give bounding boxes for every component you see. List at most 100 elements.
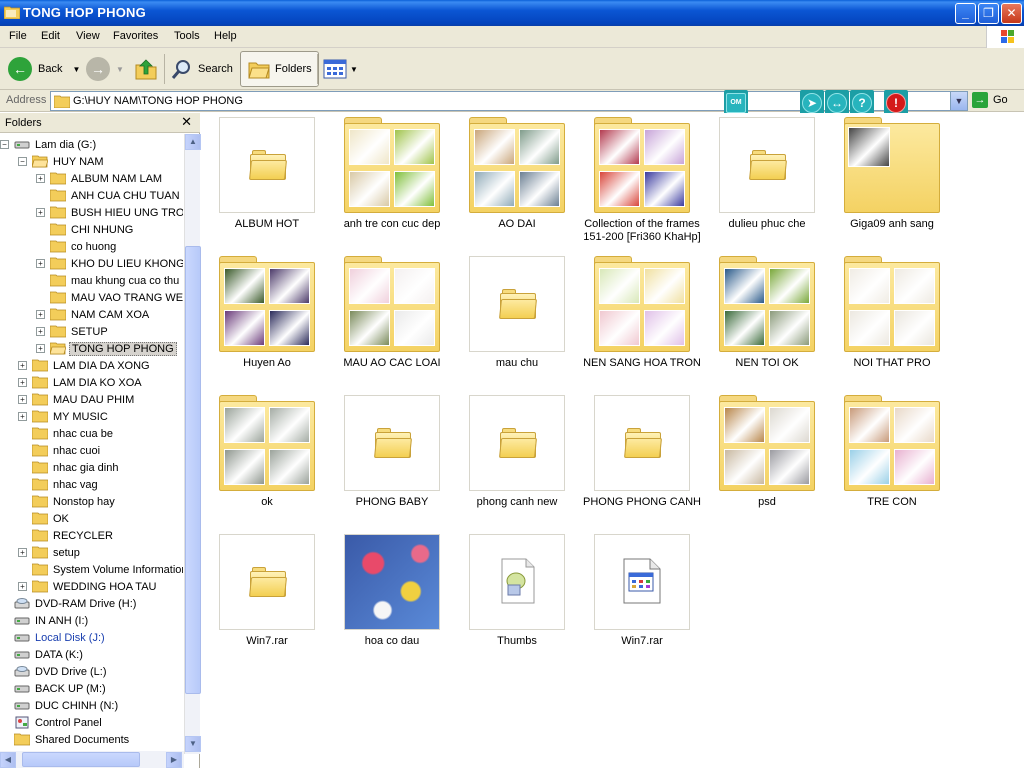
file-item[interactable]: Thumbs [452,530,577,669]
tree-node[interactable]: nhac cuoi [18,442,102,459]
tree-node[interactable]: − Lam dia (G:) [0,136,98,153]
expand-icon[interactable]: + [18,395,27,404]
expand-icon[interactable]: + [18,548,27,557]
menu-help[interactable]: Help [214,30,237,42]
expand-icon[interactable]: + [18,361,27,370]
back-button[interactable]: ← Back ▼ [8,51,80,87]
views-button[interactable]: ▼ [323,51,358,87]
tree-node[interactable]: Control Panel [0,714,104,731]
expand-icon[interactable]: + [36,310,45,319]
expand-icon[interactable]: + [36,208,45,217]
file-item[interactable]: ok [202,391,327,530]
file-item[interactable]: NOI THAT PRO [827,252,952,391]
expand-icon[interactable]: + [36,327,45,336]
menu-edit[interactable]: Edit [41,30,60,42]
tree-node[interactable]: OK [18,510,71,527]
menu-file[interactable]: File [9,30,27,42]
tree-node[interactable]: nhac vag [18,476,100,493]
tree-node[interactable]: BACK UP (M:) [0,680,108,697]
menu-favorites[interactable]: Favorites [113,30,158,42]
file-item[interactable]: AO DAI [452,113,577,252]
tree-node[interactable]: Local Disk (J:) [0,629,107,646]
tree-node[interactable]: DVD-RAM Drive (H:) [0,595,138,612]
folders-pane-close-button[interactable]: ✕ [181,114,192,130]
tree-node[interactable]: + LAM DIA DA XONG [18,357,152,374]
tree-node[interactable]: co huong [36,238,118,255]
tree-node[interactable]: − HUY NAM [18,153,106,170]
tree-node[interactable]: + TONG HOP PHONG [36,340,177,357]
file-item[interactable]: MAU AO CAC LOAI [327,252,452,391]
minimize-button[interactable]: _ [955,3,976,24]
tree-node[interactable]: nhac cua be [18,425,115,442]
file-item[interactable]: PHONG BABY [327,391,452,530]
file-item[interactable]: mau chu [452,252,577,391]
scroll-thumb[interactable] [185,246,201,694]
file-item[interactable]: NEN SANG HOA TRON [577,252,702,391]
menu-tools[interactable]: Tools [174,30,200,42]
expand-icon[interactable]: + [36,259,45,268]
tree-node[interactable]: + setup [18,544,82,561]
tree-node[interactable]: + WEDDING HOA TAU [18,578,159,595]
file-item[interactable]: Win7.rar [577,530,702,669]
chevron-down-icon[interactable]: ▼ [72,65,80,74]
file-item[interactable]: TRE CON [827,391,952,530]
collapse-icon[interactable]: − [18,157,27,166]
scroll-thumb[interactable] [22,752,140,767]
tree-node[interactable]: ANH CUA CHU TUAN [36,187,182,204]
file-item[interactable]: hoa co dau [327,530,452,669]
maximize-button[interactable]: ❐ [978,3,999,24]
forward-button[interactable]: → ▼ [86,51,124,87]
file-item[interactable]: ALBUM HOT [202,113,327,252]
tree-node[interactable]: CHI NHUNG [36,221,135,238]
menu-view[interactable]: View [76,30,100,42]
tree-node[interactable]: + MY MUSIC [18,408,110,425]
tree-node[interactable]: DUC CHINH (N:) [0,697,120,714]
file-item[interactable]: NEN TOI OK [702,252,827,391]
file-item[interactable]: psd [702,391,827,530]
close-button[interactable]: ✕ [1001,3,1022,24]
tree-node[interactable]: mau khung cua co thu [36,272,181,289]
up-folder-button[interactable] [134,51,158,87]
scroll-up-button[interactable]: ▲ [185,134,201,150]
expand-icon[interactable]: + [18,378,27,387]
tree-node[interactable]: + MAU DAU PHIM [18,391,136,408]
tree-node[interactable]: Shared Documents [0,731,131,748]
tree-node[interactable]: IN ANH (I:) [0,612,90,629]
tree-node[interactable]: + SETUP [36,323,110,340]
tree-node[interactable]: Nonstop hay [18,493,117,510]
tree-node[interactable]: + BUSH HIEU UNG TRONG [36,204,183,221]
scroll-down-button[interactable]: ▼ [185,736,201,752]
tree-node[interactable]: + NAM CAM XOA [36,306,151,323]
tree-node[interactable]: + LAM DIA KO XOA [18,374,144,391]
file-item[interactable]: anh tre con cuc dep [327,113,452,252]
address-dropdown-button[interactable]: ▼ [950,92,967,110]
scroll-left-button[interactable]: ◀ [0,752,16,768]
tree-node[interactable]: + KHO DU LIEU KHONG XO [36,255,183,272]
folder-tree-horizontal-scrollbar[interactable]: ◀ ▶ [0,751,184,768]
tree-node[interactable]: DATA (K:) [0,646,85,663]
scroll-right-button[interactable]: ▶ [166,752,182,768]
expand-icon[interactable]: + [18,412,27,421]
tree-node[interactable]: DVD Drive (L:) [0,663,109,680]
file-item[interactable]: Win7.rar [202,530,327,669]
file-item[interactable]: Huyen Ao [202,252,327,391]
expand-icon[interactable]: + [18,582,27,591]
search-button[interactable]: Search [170,51,233,87]
file-item[interactable]: PHONG PHONG CANH [577,391,702,530]
file-item[interactable]: Collection of the frames 151-200 [Fri360… [577,113,702,252]
tree-node[interactable]: System Volume Information [18,561,183,578]
expand-icon[interactable]: + [36,174,45,183]
tree-node[interactable]: + ALBUM NAM LAM [36,170,164,187]
expand-icon[interactable]: + [36,344,45,353]
file-item[interactable]: Giga09 anh sang [827,113,952,252]
folders-button[interactable]: Folders [240,51,319,87]
tree-node[interactable]: nhac gia dinh [18,459,120,476]
tree-node[interactable]: MAU VAO TRANG WEB [36,289,183,306]
file-item[interactable]: dulieu phuc che [702,113,827,252]
go-button[interactable]: → Go [972,92,1008,108]
tree-node[interactable]: RECYCLER [18,527,115,544]
file-item[interactable]: phong canh new [452,391,577,530]
collapse-icon[interactable]: − [0,140,9,149]
chevron-down-icon[interactable]: ▼ [116,65,124,74]
folder-tree-vertical-scrollbar[interactable]: ▲ ▼ [184,134,201,754]
